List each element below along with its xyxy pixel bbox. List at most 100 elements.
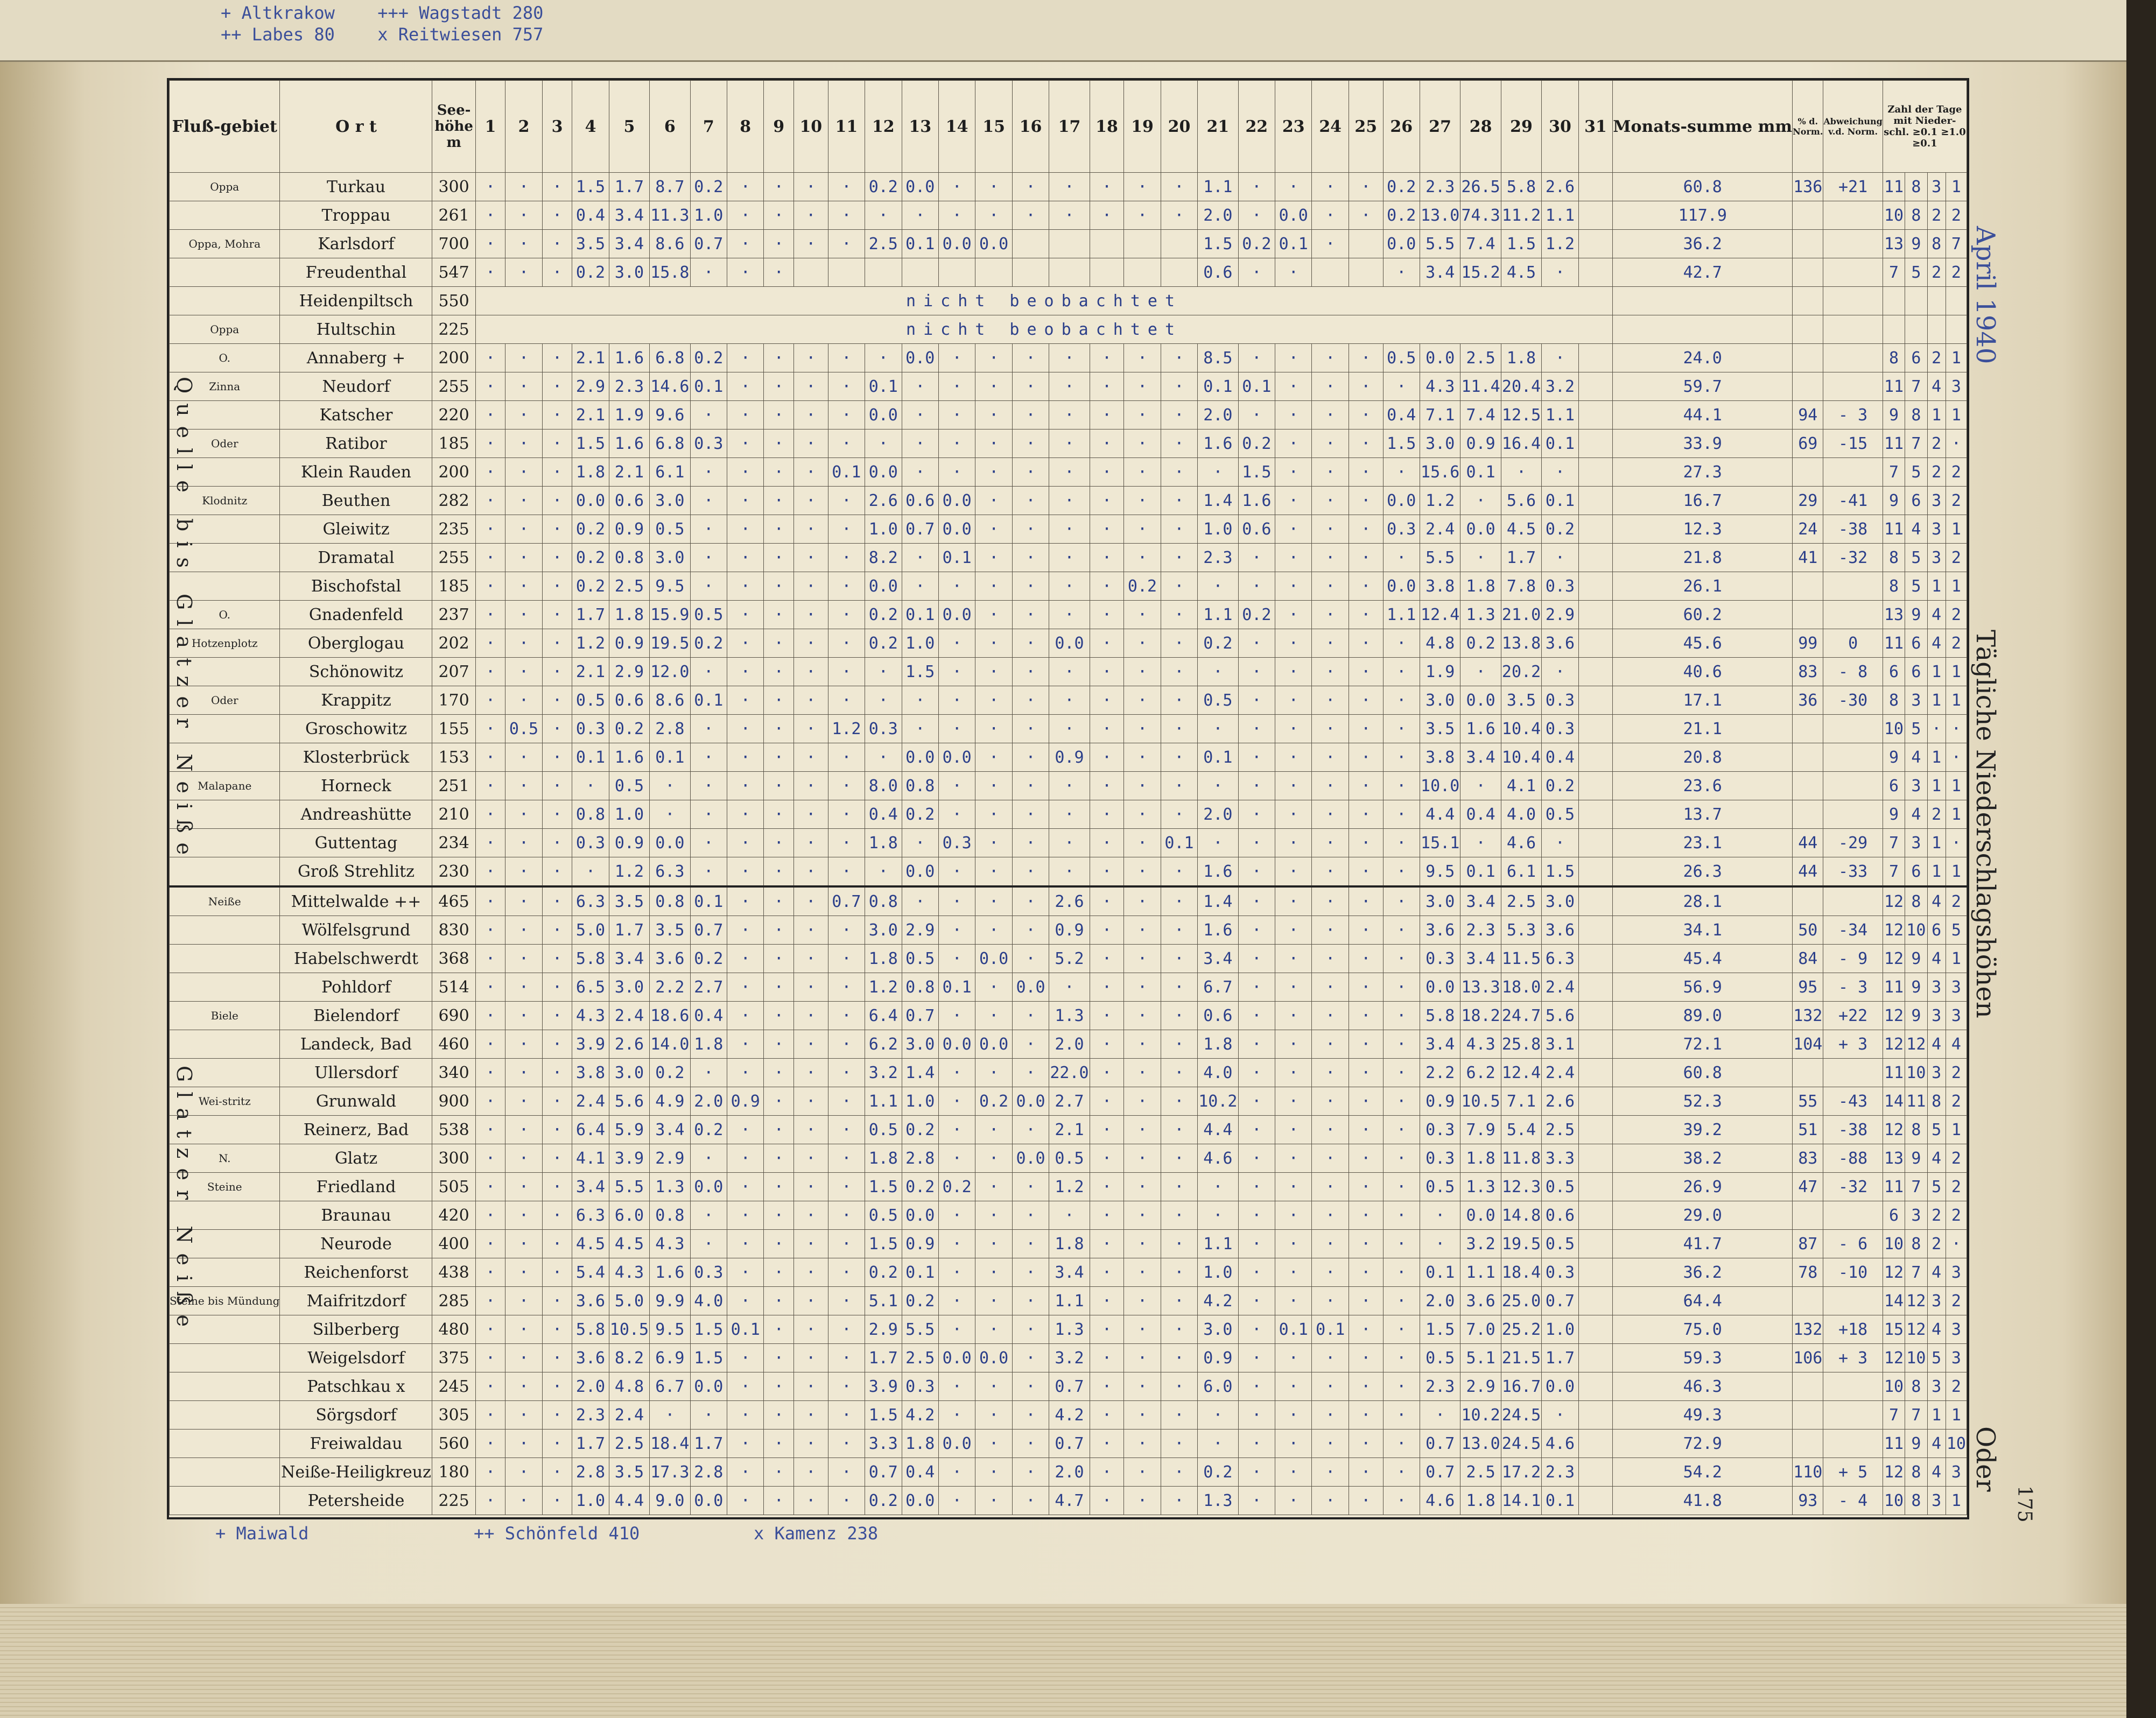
day-count-cell: 3 [1927, 543, 1946, 572]
day-value-cell: · [1382, 372, 1420, 401]
elevation-cell: 285 [432, 1286, 476, 1315]
day-value-cell [1578, 1172, 1613, 1201]
day-count-cell: 8 [1882, 543, 1906, 572]
day-value-cell: 4.4 [608, 1486, 650, 1515]
day-value-cell: 0.0 [1419, 973, 1461, 1002]
table-row: Oder Krappitz 170 · · · 0.5 0.6 8.6 0.1 · · · · · · · · · ·… [168, 686, 1968, 715]
day-value-cell: 2.3 [1541, 1458, 1579, 1487]
day-value-cell: 0.2 [1238, 229, 1276, 258]
pct-norm-cell: 87 [1792, 1229, 1824, 1258]
day-value-cell: 2.5 [608, 572, 650, 601]
col-header-pct-norm: % d. Norm. [1792, 80, 1824, 173]
day-value-cell: · [763, 1258, 794, 1287]
day-value-cell [1578, 800, 1613, 829]
day-value-cell: 3.4 [572, 1172, 609, 1201]
day-value-cell: · [938, 1058, 976, 1087]
day-count-cell: · [1927, 714, 1946, 743]
month-sum-cell: 33.9 [1612, 429, 1793, 458]
day-value-cell: 0.5 [1049, 1144, 1090, 1173]
day-value-cell: 7.4 [1460, 400, 1501, 430]
day-value-cell: 3.4 [1197, 944, 1239, 973]
day-value-cell: · [1275, 743, 1312, 772]
day-value-cell: 0.2 [1197, 1458, 1239, 1487]
day-value-cell: · [1012, 457, 1050, 487]
elevation-cell: 202 [432, 629, 476, 658]
day-value-cell: 1.1 [1049, 1286, 1090, 1315]
elevation-cell: 505 [432, 1172, 476, 1201]
day-value-cell: · [475, 743, 506, 772]
day-count-cell: 10 [1882, 1486, 1906, 1515]
day-value-cell: · [1160, 343, 1198, 372]
day-value-cell: · [1123, 515, 1161, 544]
day-value-cell: 22.0 [1049, 1058, 1090, 1087]
day-count-cell: 10 [1945, 1429, 1968, 1458]
day-value-cell: 0.1 [901, 600, 939, 629]
day-value-cell: · [827, 372, 866, 401]
month-sum-cell: 42.7 [1612, 258, 1793, 287]
day-count-cell: 12 [1882, 1115, 1906, 1144]
page-edges [0, 1604, 2126, 1718]
day-value-cell: · [1238, 1115, 1276, 1144]
day-value-cell: 9.5 [1419, 857, 1461, 887]
day-value-cell [1578, 1058, 1613, 1087]
elevation-cell: 200 [432, 343, 476, 372]
place-cell: Klein Rauden [279, 457, 433, 487]
day-count-cell: 2 [1927, 1201, 1946, 1230]
place-cell: Reichenforst [279, 1258, 433, 1287]
month-sum-cell: 40.6 [1612, 657, 1793, 686]
day-value-cell: · [1089, 1258, 1125, 1287]
day-value-cell: · [1049, 686, 1090, 715]
day-value-cell: · [542, 743, 573, 772]
day-value-cell: · [572, 857, 609, 887]
day-count-cell: 6 [1905, 857, 1928, 887]
day-value-cell: · [1348, 857, 1384, 887]
day-value-cell: · [1012, 828, 1050, 857]
day-value-cell: · [1049, 172, 1090, 201]
day-value-cell: 4.5 [1500, 258, 1542, 287]
day-value-cell [1578, 1115, 1613, 1144]
table-row: Steine bis Mündung Maifritzdorf 285 · · · 3.6 5… [168, 1286, 1968, 1315]
day-value-cell: 9.9 [649, 1286, 691, 1315]
day-value-cell [1578, 201, 1613, 230]
col-header-day: 5 [608, 80, 650, 173]
place-cell: Bielendorf [279, 1001, 433, 1030]
day-value-cell: · [1460, 657, 1501, 686]
day-value-cell: 9.5 [649, 1315, 691, 1344]
day-value-cell: 0.2 [608, 714, 650, 743]
day-value-cell: · [938, 857, 976, 887]
pct-norm-cell [1792, 1429, 1824, 1458]
day-value-cell: 5.9 [608, 1115, 650, 1144]
day-value-cell [1049, 258, 1090, 287]
day-value-cell: · [793, 1286, 828, 1315]
river-cell [168, 944, 280, 973]
month-sum-cell: 41.8 [1612, 1486, 1793, 1515]
place-cell: Hultschin [279, 315, 433, 344]
day-value-cell: 1.5 [690, 1315, 728, 1344]
day-value-cell: 0.2 [901, 800, 939, 829]
day-value-cell: 0.8 [901, 973, 939, 1002]
day-value-cell: · [542, 1372, 573, 1401]
day-value-cell: 4.6 [1500, 828, 1542, 857]
day-value-cell: · [793, 1458, 828, 1487]
day-value-cell: 18.2 [1460, 1001, 1501, 1030]
day-value-cell: · [763, 1429, 794, 1458]
day-value-cell: 11.3 [649, 201, 691, 230]
pct-norm-cell [1792, 1201, 1824, 1230]
day-value-cell: 0.5 [649, 515, 691, 544]
day-value-cell [1123, 258, 1161, 287]
day-value-cell: 1.2 [1419, 486, 1461, 515]
day-count-cell: 7 [1882, 857, 1906, 887]
day-value-cell: 0.7 [1419, 1429, 1461, 1458]
deviation-cell [1823, 457, 1883, 487]
day-value-cell: 1.3 [1049, 1315, 1090, 1344]
day-value-cell: 2.3 [1419, 172, 1461, 201]
day-value-cell: 13.0 [1460, 1429, 1501, 1458]
day-value-cell: · [505, 1058, 543, 1087]
day-value-cell: 0.3 [690, 429, 728, 458]
elevation-cell: 185 [432, 429, 476, 458]
day-value-cell: 17.2 [1500, 1458, 1542, 1487]
day-value-cell: · [542, 916, 573, 945]
day-value-cell: · [505, 1486, 543, 1515]
day-value-cell: · [1382, 1087, 1420, 1116]
day-value-cell: 0.0 [865, 457, 902, 487]
